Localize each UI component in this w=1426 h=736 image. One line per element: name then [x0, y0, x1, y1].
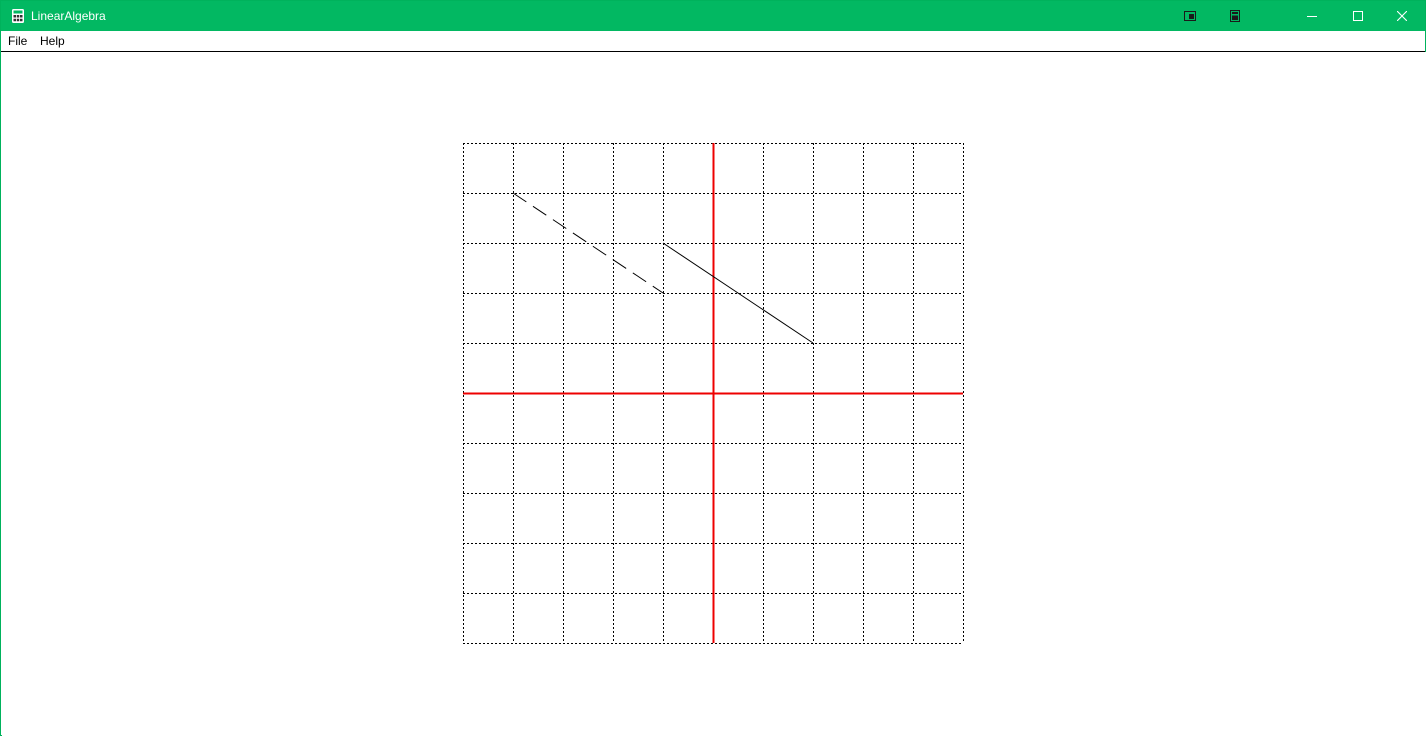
menu-help[interactable]: Help	[40, 34, 65, 48]
close-icon	[1397, 11, 1407, 21]
close-button[interactable]	[1379, 1, 1425, 31]
menu-file[interactable]: File	[8, 34, 27, 48]
calculator-icon	[12, 9, 24, 23]
maximize-button[interactable]	[1335, 1, 1381, 31]
window-snap-icon	[1184, 11, 1196, 21]
extra-button-2[interactable]	[1220, 1, 1250, 31]
drawing-canvas[interactable]	[2, 52, 1426, 736]
minimize-icon	[1307, 16, 1317, 17]
vector-solid	[662, 242, 814, 344]
extra-button-1[interactable]	[1175, 1, 1205, 31]
window-title: LinearAlgebra	[31, 9, 106, 23]
title-bar[interactable]: LinearAlgebra	[1, 1, 1425, 31]
app-window: LinearAlgebra File Help	[0, 0, 1426, 736]
vector-plot	[463, 143, 964, 644]
menu-bar: File Help	[1, 31, 1425, 52]
calculator-small-icon	[1230, 10, 1240, 22]
maximize-icon	[1353, 11, 1363, 21]
minimize-button[interactable]	[1289, 1, 1335, 31]
